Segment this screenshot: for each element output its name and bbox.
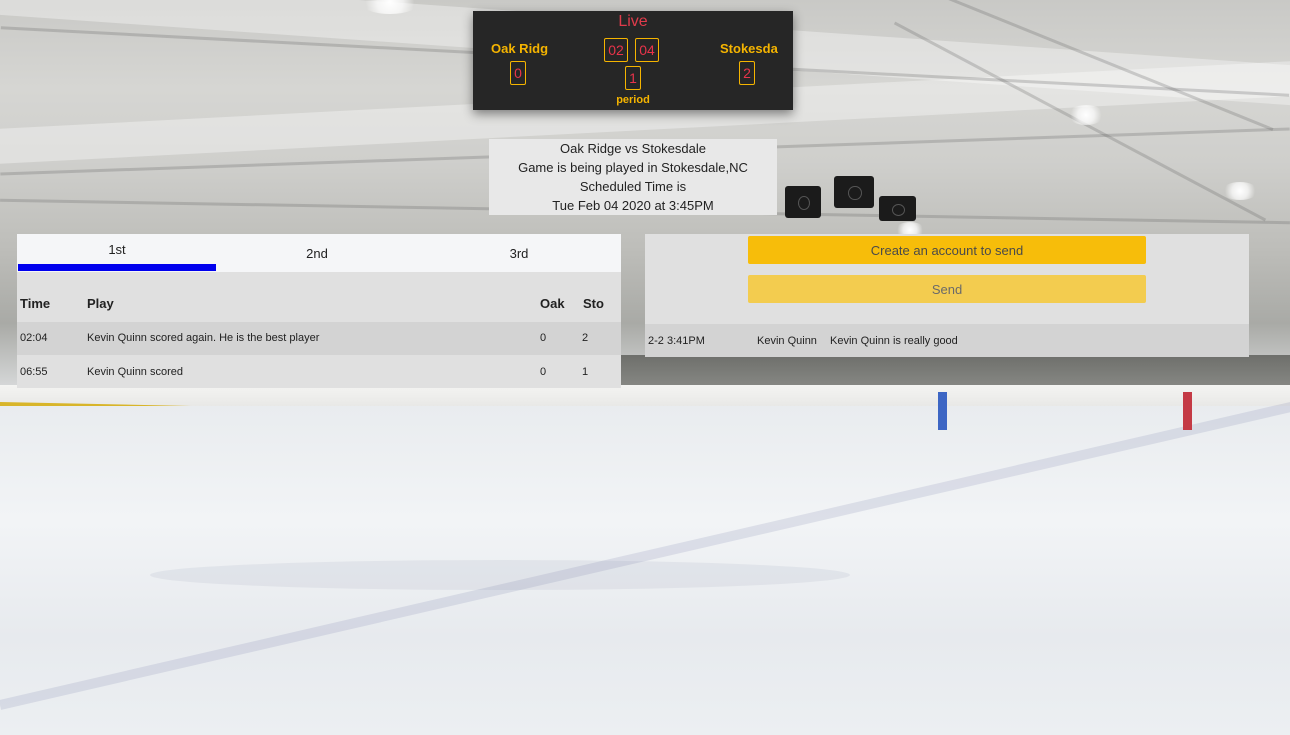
scheduled-label: Scheduled Time is xyxy=(579,179,687,194)
row-away-score: 1 xyxy=(582,366,589,378)
send-button[interactable]: Send xyxy=(748,275,1146,303)
tab-label: 2nd xyxy=(306,246,328,261)
arena-speaker xyxy=(785,186,821,218)
period-tabs: 1st 2nd 3rd xyxy=(17,234,621,272)
location-text: Game is being played in Stokesdale,NC xyxy=(518,160,748,175)
chat-message-text: Kevin Quinn is really good xyxy=(830,335,958,347)
tab-2nd-period[interactable]: 2nd xyxy=(217,234,417,272)
tab-1st-period[interactable]: 1st xyxy=(17,234,217,272)
clock-seconds: 04 xyxy=(635,38,659,62)
column-header-time: Time xyxy=(20,296,51,311)
row-time: 06:55 xyxy=(20,366,48,378)
row-time: 02:04 xyxy=(20,332,48,344)
arena-speaker xyxy=(879,196,916,221)
ice-marking xyxy=(150,560,850,590)
arena-speaker xyxy=(834,176,874,208)
tab-label: 1st xyxy=(108,242,126,257)
home-score: 0 xyxy=(510,61,526,85)
create-account-button[interactable]: Create an account to send xyxy=(748,236,1146,264)
table-row: 02:04 Kevin Quinn scored again. He is th… xyxy=(17,322,621,355)
matchup-text: Oak Ridge vs Stokesdale xyxy=(560,141,706,156)
clock-minutes: 02 xyxy=(604,38,628,62)
ceiling-light xyxy=(1222,182,1258,200)
row-play: Kevin Quinn scored xyxy=(87,366,183,378)
chat-panel: Create an account to send Send 2-2 3:41P… xyxy=(645,234,1249,357)
column-header-away: Sto xyxy=(583,296,604,311)
home-team-name: Oak Ridg xyxy=(491,41,549,56)
row-home-score: 0 xyxy=(540,332,547,344)
scoreboard: Live Oak Ridg Stokesda 02 04 0 1 2 perio… xyxy=(473,11,793,110)
arena-stands xyxy=(620,355,1290,391)
column-header-home: Oak xyxy=(540,296,565,311)
live-status: Live xyxy=(618,13,648,30)
ice-surface xyxy=(0,406,1290,735)
away-team-name: Stokesda xyxy=(720,41,778,56)
rink-post-blue xyxy=(938,392,947,430)
row-home-score: 0 xyxy=(540,366,547,378)
active-tab-indicator xyxy=(18,264,216,271)
game-info-panel: Oak Ridge vs Stokesdale Game is being pl… xyxy=(489,139,777,215)
column-header-play: Play xyxy=(87,296,114,311)
tab-3rd-period[interactable]: 3rd xyxy=(417,234,621,272)
ceiling-light xyxy=(360,0,420,14)
row-play: Kevin Quinn scored again. He is the best… xyxy=(87,332,320,344)
table-row: 06:55 Kevin Quinn scored 0 1 xyxy=(17,356,621,389)
ceiling-light xyxy=(1068,105,1104,125)
rink-post-red xyxy=(1183,392,1192,430)
ice-marking xyxy=(0,396,1290,710)
scheduled-time: Tue Feb 04 2020 at 3:45PM xyxy=(552,198,714,213)
tab-label: 3rd xyxy=(509,246,529,261)
chat-message-time: 2-2 3:41PM xyxy=(648,335,705,347)
chat-message: 2-2 3:41PM Kevin Quinn Kevin Quinn is re… xyxy=(645,324,1249,357)
away-score: 2 xyxy=(739,61,755,85)
row-away-score: 2 xyxy=(582,332,589,344)
period-number: 1 xyxy=(625,66,641,90)
period-label: period xyxy=(616,94,650,106)
play-by-play-panel: 1st 2nd 3rd Time Play Oak Sto 02:04 Kevi… xyxy=(17,234,621,388)
rink-kickplate-line xyxy=(0,402,1290,434)
chat-message-user: Kevin Quinn xyxy=(757,335,817,347)
